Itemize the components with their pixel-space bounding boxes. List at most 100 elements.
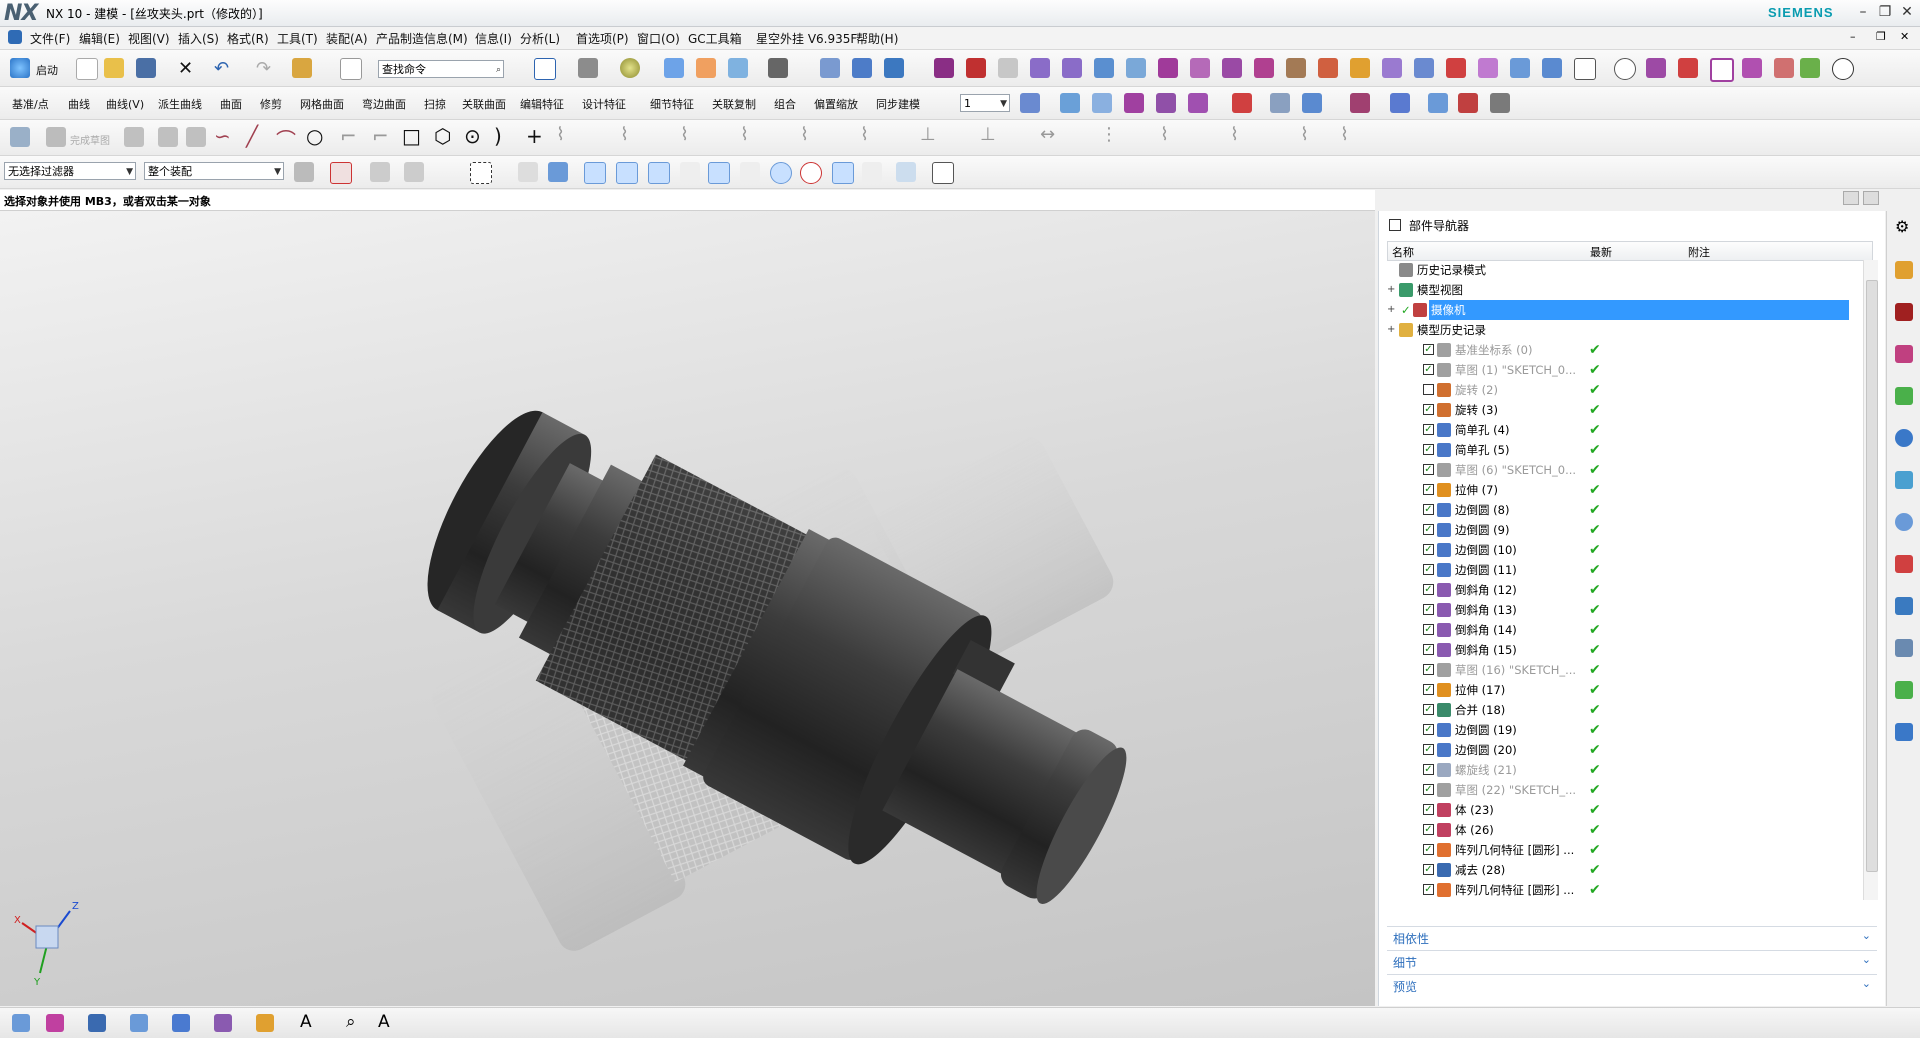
profile-icon[interactable]: ∽ (214, 124, 231, 148)
rectangle-select-icon[interactable] (470, 162, 492, 184)
sketch-tool-2-icon[interactable] (158, 127, 178, 147)
sketch-settings-icon[interactable]: ⌇ (1300, 124, 1309, 145)
tree-scrollbar[interactable] (1863, 260, 1878, 900)
measure-icon[interactable] (884, 58, 904, 78)
feature-row[interactable]: ✓ 阵列几何特征 [圆形] ... ✔ (1387, 840, 1863, 860)
select-all-icon[interactable] (404, 162, 424, 182)
menu-edit[interactable]: 编辑(E) (79, 30, 120, 47)
command-finder-icon[interactable] (292, 58, 312, 78)
feature-row[interactable]: ✓ 边倒圆 (19) ✔ (1387, 720, 1863, 740)
constraint-icon[interactable]: ⊥ (920, 124, 936, 145)
feature-row[interactable]: ✓ 倒斜角 (13) ✔ (1387, 600, 1863, 620)
box-icon[interactable] (1190, 58, 1210, 78)
feature-checkbox[interactable]: ✓ (1423, 704, 1434, 715)
app-menu-icon[interactable] (8, 30, 22, 44)
dimension-icon[interactable] (1390, 93, 1410, 113)
feature-row[interactable]: ✓ 旋转 (3) ✔ (1387, 400, 1863, 420)
snap-on-curve-icon[interactable] (862, 162, 882, 182)
ruler-icon[interactable] (1094, 58, 1114, 78)
layer-icon[interactable] (820, 58, 840, 78)
mirror-curve-icon[interactable]: ⌇ (680, 124, 689, 145)
feature-checkbox[interactable]: ✓ (1423, 764, 1434, 775)
tb2-combine[interactable]: 组合 (774, 96, 796, 112)
general-select-icon[interactable] (330, 162, 352, 184)
analysis-icon[interactable] (934, 58, 954, 78)
tree-node[interactable]: + ✓ 摄像机 (1387, 300, 1863, 320)
model-view[interactable]: Z X Y (0, 211, 1375, 1006)
target-icon[interactable] (1678, 58, 1698, 78)
fillet-icon[interactable]: ⌐ (340, 124, 357, 148)
stop-icon[interactable] (1446, 58, 1466, 78)
rectangle-icon[interactable] (1574, 58, 1596, 80)
polygon-icon[interactable] (1614, 58, 1636, 80)
scrollbar-thumb[interactable] (1866, 280, 1878, 872)
body-filter-icon[interactable] (1414, 58, 1434, 78)
feature-checkbox[interactable]: ✓ (1423, 884, 1434, 895)
feature-checkbox[interactable]: ✓ (1423, 684, 1434, 695)
relations-icon[interactable]: ⌇ (1230, 124, 1239, 145)
auto-constraint-icon[interactable]: ⊥ (980, 124, 996, 145)
tb2-assoc-surface[interactable]: 关联曲面 (462, 96, 506, 112)
feature-row[interactable]: ✓ 边倒圆 (10) ✔ (1387, 540, 1863, 560)
snap-arc-center-icon[interactable] (708, 162, 730, 184)
layer-stack-icon[interactable] (1318, 58, 1338, 78)
reuse-library-icon[interactable] (1895, 387, 1913, 405)
feature-checkbox[interactable]: ✓ (1423, 564, 1434, 575)
wcs-icon[interactable] (852, 58, 872, 78)
text-annotation-icon[interactable]: A (300, 1012, 312, 1032)
sketch-circle-icon[interactable]: ○ (306, 124, 323, 148)
face-select-icon[interactable] (518, 162, 538, 182)
manufacturing-wizard-icon[interactable] (1895, 639, 1913, 657)
graphics-window[interactable]: Z X Y (0, 211, 1375, 1006)
panel-details[interactable]: 细节 ⌄ (1387, 950, 1877, 971)
ellipse-icon[interactable]: ⊙ (464, 124, 481, 148)
blank-icon[interactable] (1382, 58, 1402, 78)
panel-dependencies[interactable]: 相依性 ⌄ (1387, 926, 1877, 947)
restore-button[interactable]: ❐ (1874, 2, 1896, 22)
feature-checkbox[interactable]: ✓ (1423, 824, 1434, 835)
navigator-menu-icon[interactable] (1843, 191, 1859, 205)
feature-checkbox[interactable]: ✓ (1423, 624, 1434, 635)
eraser-icon[interactable] (1774, 58, 1794, 78)
menu-pmi[interactable]: 产品制造信息(M) (376, 30, 468, 47)
type-filter-select[interactable]: 无选择过滤器 ▼ (4, 162, 136, 180)
window-icon[interactable] (340, 58, 362, 80)
bottom-tool-6-icon[interactable] (214, 1014, 232, 1032)
tb2-assoc-copy[interactable]: 关联复制 (712, 96, 756, 112)
bottom-tool-1-icon[interactable] (12, 1014, 30, 1032)
snap-icon[interactable] (370, 162, 390, 182)
arrow-left-icon[interactable] (1030, 58, 1050, 78)
tb2-mesh-surface[interactable]: 网格曲面 (300, 96, 344, 112)
wcs-dynamic-icon[interactable] (1156, 93, 1176, 113)
feature-checkbox[interactable]: ✓ (1423, 364, 1434, 375)
open-file-icon[interactable] (104, 58, 124, 78)
feature-row[interactable]: ✓ 边倒圆 (8) ✔ (1387, 500, 1863, 520)
feature-checkbox[interactable]: ✓ (1423, 864, 1434, 875)
measure-distance-icon[interactable] (1232, 93, 1252, 113)
feature-checkbox[interactable]: ✓ (1423, 484, 1434, 495)
menu-info[interactable]: 信息(I) (475, 30, 512, 47)
feature-checkbox[interactable]: ✓ (1423, 804, 1434, 815)
sketch-point-icon[interactable]: + (526, 124, 543, 148)
feature-checkbox[interactable]: ✓ (1423, 444, 1434, 455)
layer-settings-icon[interactable] (1020, 93, 1040, 113)
offset-curve-icon[interactable]: ⌇ (556, 124, 565, 145)
menu-tools[interactable]: 工具(T) (277, 30, 318, 47)
feature-row[interactable]: ✓ 减去 (28) ✔ (1387, 860, 1863, 880)
feature-row[interactable]: ✓ 拉伸 (7) ✔ (1387, 480, 1863, 500)
pattern-tool-icon[interactable] (1742, 58, 1762, 78)
feature-checkbox[interactable]: ✓ (1423, 464, 1434, 475)
orient-view-icon[interactable] (664, 58, 684, 78)
web-browser-icon[interactable] (1895, 471, 1913, 489)
record-icon[interactable] (1458, 93, 1478, 113)
sketch-rectangle-icon[interactable]: □ (402, 124, 421, 148)
animate-icon[interactable]: ⌇ (1160, 124, 1169, 145)
feature-checkbox[interactable]: ✓ (1423, 644, 1434, 655)
feature-checkbox[interactable]: ✓ (1423, 524, 1434, 535)
arc-icon[interactable]: ⌒ (276, 124, 296, 153)
tb2-trim[interactable]: 修剪 (260, 96, 282, 112)
menu-close-icon[interactable]: ✕ (1900, 30, 1909, 43)
pattern-curve-icon[interactable]: ⌇ (620, 124, 629, 145)
snap-endpoint-icon[interactable] (584, 162, 606, 184)
feature-row[interactable]: ✓ 草图 (16) "SKETCH_... ✔ (1387, 660, 1863, 680)
